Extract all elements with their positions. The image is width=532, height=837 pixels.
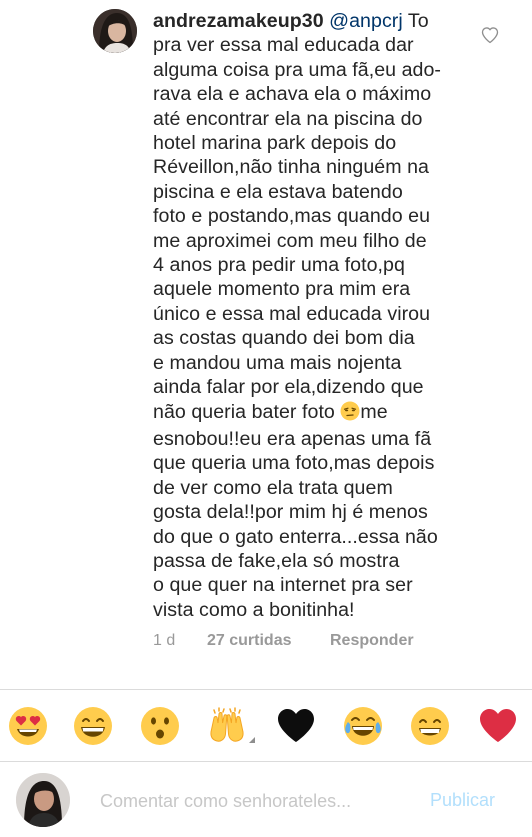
comment-line: o que quer na internet pra ser <box>153 574 413 597</box>
comment-line: esnobou!!eu era apenas uma fã <box>153 427 432 450</box>
commenter-avatar[interactable] <box>93 9 137 53</box>
comment-likes-count[interactable]: 27 curtidas <box>207 632 330 650</box>
comment-time: 1 d <box>153 632 176 649</box>
comment-line: único e essa mal educada virou <box>153 302 431 325</box>
comment-item: andrezamakeup30 @anpcrj To pra ver essa … <box>0 0 532 690</box>
comment-line: de ver como ela trata quem <box>153 476 393 499</box>
surprised-face-icon[interactable] <box>140 706 180 746</box>
reply-button[interactable]: Responder <box>330 632 414 650</box>
grimacing-face-icon[interactable] <box>410 706 450 746</box>
comment-line: até encontrar ela na piscina do <box>153 107 423 130</box>
comment-composer: Publicar <box>0 762 532 837</box>
grinning-face-icon[interactable] <box>73 706 113 746</box>
publish-button[interactable]: Publicar <box>430 790 495 811</box>
comment-line: rava ela e achava ela o máximo <box>153 83 432 106</box>
comment-input[interactable] <box>100 788 400 814</box>
comment-line: gosta dela!!por mim hj é menos <box>153 501 428 524</box>
quick-reactions-bar <box>0 689 532 762</box>
comment-line: e mandou uma mais nojenta <box>153 351 402 374</box>
caret-decoration <box>249 737 255 743</box>
comment-line: pra ver essa mal educada dar <box>153 34 414 57</box>
comment-line: passa de fake,ela só mostra <box>153 549 400 572</box>
unamused-face-icon <box>340 401 360 427</box>
comment-mention[interactable]: @anpcrj <box>329 10 403 32</box>
tears-of-joy-face-icon[interactable] <box>343 706 383 746</box>
like-comment-heart-icon[interactable] <box>480 25 500 45</box>
comment-line: piscina e ela estava batendo <box>153 180 403 203</box>
heart-eyes-face-icon[interactable] <box>8 706 48 746</box>
comment-line: Réveillon,não tinha ninguém na <box>153 156 430 179</box>
black-heart-icon[interactable] <box>276 706 316 746</box>
comment-line: hotel marina park depois do <box>153 132 397 155</box>
red-heart-icon[interactable] <box>478 706 518 746</box>
comment-line: do que o gato enterra...essa não <box>153 525 438 548</box>
comment-meta: 1 d 27 curtidas Responder <box>153 632 414 650</box>
raising-hands-icon[interactable] <box>207 706 247 746</box>
comment-line: vista como a bonitinha! <box>153 598 355 621</box>
comment-line: que queria uma foto,mas depois <box>153 452 435 475</box>
comment-line: ainda falar por ela,dizendo que <box>153 376 424 399</box>
comment-line-part: não queria bater foto <box>153 400 341 423</box>
comment-emoji-line: não queria bater foto me <box>153 400 478 427</box>
current-user-avatar <box>16 773 70 827</box>
comment-line: 4 anos pra pedir uma foto,pq <box>153 254 405 277</box>
comment-line: alguma coisa pra uma fã,eu ado- <box>153 58 442 81</box>
comment-line: me aproximei com meu filho de <box>153 229 427 252</box>
comment-line: foto e postando,mas quando eu <box>153 205 431 228</box>
comment-text: andrezamakeup30 @anpcrj To pra ver essa … <box>153 9 478 622</box>
comment-line-part: me <box>360 400 388 423</box>
comment-line: aquele momento pra mim era <box>153 278 411 301</box>
comment-username[interactable]: andrezamakeup30 <box>153 10 324 32</box>
comment-line: as costas quando dei bom dia <box>153 327 415 350</box>
comment-text-start: To <box>402 10 429 32</box>
comment-first-line: andrezamakeup30 @anpcrj To <box>153 9 478 33</box>
